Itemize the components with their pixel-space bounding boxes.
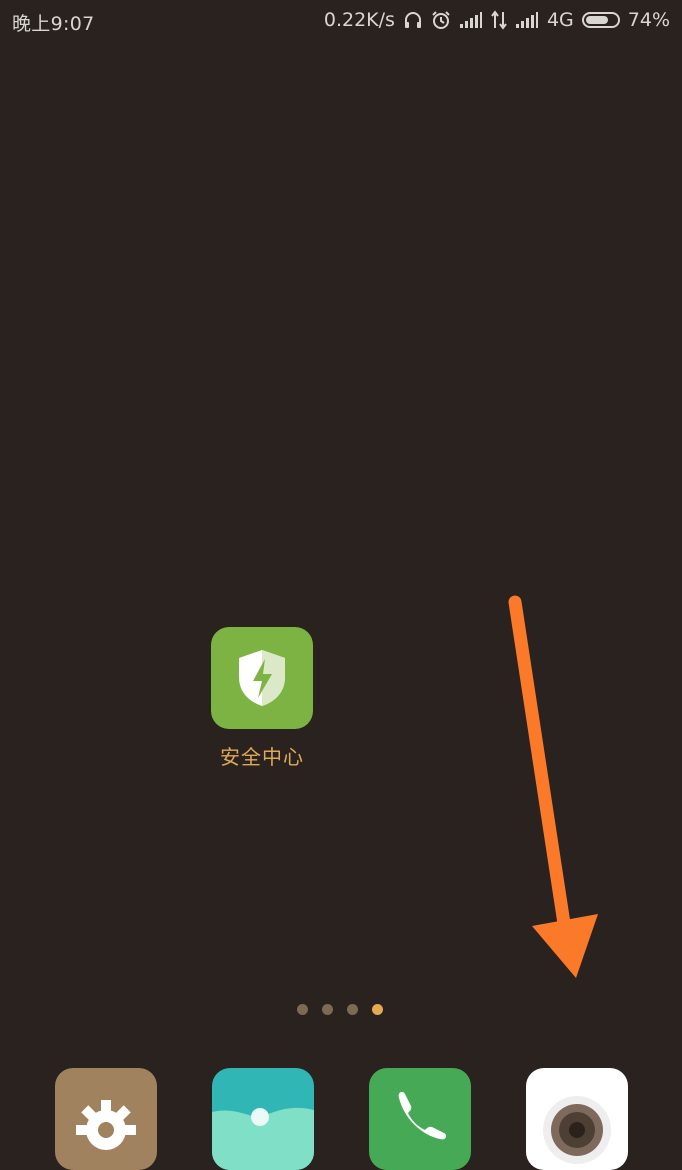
arrow-icon — [508, 595, 598, 978]
